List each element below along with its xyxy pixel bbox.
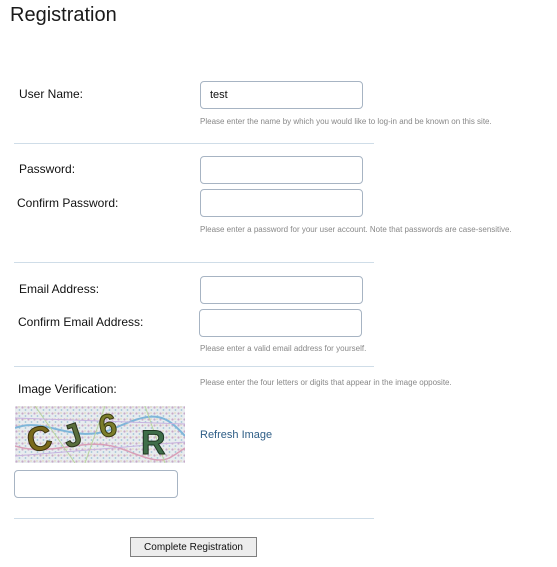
page-title: Registration bbox=[10, 4, 117, 26]
verification-field[interactable] bbox=[14, 470, 178, 498]
divider bbox=[14, 518, 374, 519]
confirm-password-field[interactable] bbox=[200, 189, 363, 217]
divider bbox=[14, 366, 374, 367]
email-label: Email Address: bbox=[19, 282, 100, 296]
password-label: Password: bbox=[19, 162, 76, 176]
password-field[interactable] bbox=[200, 156, 363, 184]
username-hint: Please enter the name by which you would… bbox=[200, 117, 492, 126]
confirm-email-label: Confirm Email Address: bbox=[18, 315, 144, 329]
verification-hint: Please enter the four letters or digits … bbox=[200, 378, 452, 387]
email-field[interactable] bbox=[200, 276, 363, 304]
complete-registration-button[interactable]: Complete Registration bbox=[130, 537, 257, 557]
confirm-password-label: Confirm Password: bbox=[17, 196, 119, 210]
divider bbox=[14, 262, 374, 263]
refresh-image-link[interactable]: Refresh Image bbox=[200, 429, 272, 441]
username-label: User Name: bbox=[19, 87, 84, 101]
confirm-email-field[interactable] bbox=[199, 309, 362, 337]
username-field[interactable] bbox=[200, 81, 363, 109]
email-hint: Please enter a valid email address for y… bbox=[200, 344, 367, 353]
captcha-glyph: R bbox=[141, 424, 166, 462]
divider bbox=[14, 143, 374, 144]
captcha-image: C J 6 R bbox=[15, 406, 185, 463]
password-hint: Please enter a password for your user ac… bbox=[200, 225, 512, 234]
verification-label: Image Verification: bbox=[18, 382, 117, 396]
